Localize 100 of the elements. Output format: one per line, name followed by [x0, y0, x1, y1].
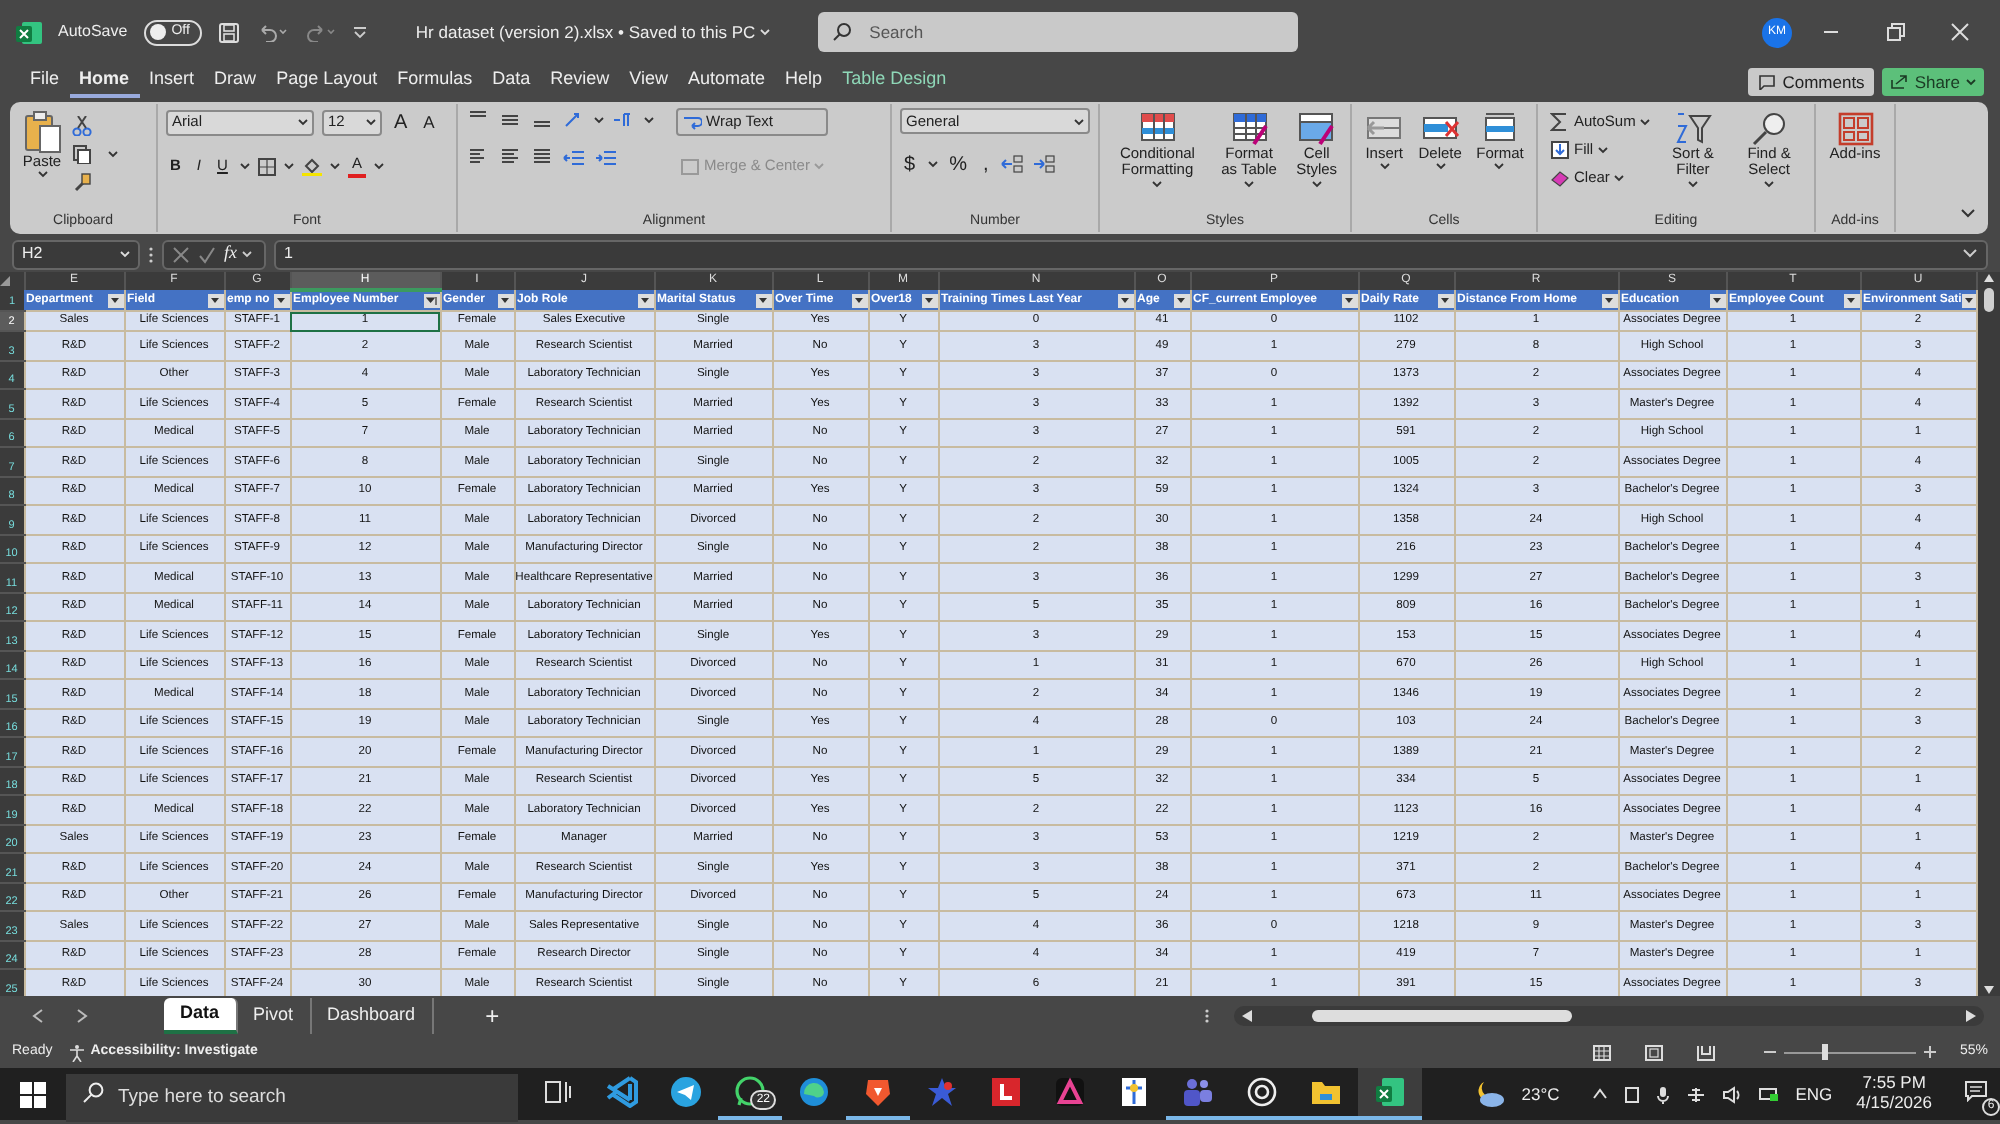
filter-dropdown-button[interactable]	[207, 293, 222, 307]
cancel-icon[interactable]	[172, 245, 190, 263]
menu-tab[interactable]: File	[20, 66, 70, 98]
scroll-up-icon[interactable]	[1981, 272, 1996, 284]
menu-tab[interactable]: Review	[540, 66, 620, 98]
borders-icon[interactable]	[257, 157, 276, 175]
menu-tab[interactable]: Formulas	[387, 66, 483, 98]
align-left-icon[interactable]	[466, 146, 490, 168]
align-right-icon[interactable]	[530, 146, 554, 168]
language-indicator[interactable]: ENG	[1795, 1081, 1833, 1107]
menu-tab[interactable]: Home	[69, 66, 140, 98]
text-direction-icon[interactable]	[612, 109, 636, 129]
menu-tab[interactable]: Page Layout	[266, 66, 388, 98]
phone-link-icon[interactable]	[1623, 1085, 1640, 1103]
fill-bucket-icon[interactable]	[301, 156, 322, 176]
taskbar-search-field[interactable]: Type here to search	[66, 1073, 518, 1121]
undo-icon[interactable]	[255, 22, 288, 42]
filter-dropdown-button[interactable]	[1117, 293, 1132, 307]
menu-tab[interactable]: Help	[775, 66, 833, 98]
filter-dropdown-button[interactable]	[755, 293, 770, 307]
sheet-tab[interactable]: Dashboard	[311, 998, 434, 1034]
page-break-view-icon[interactable]	[1695, 1043, 1716, 1061]
horizontal-scrollbar[interactable]	[1234, 1006, 1984, 1026]
filter-dropdown-button[interactable]	[1961, 293, 1974, 307]
next-sheet-icon[interactable]	[76, 1008, 88, 1024]
scroll-thumb[interactable]	[1312, 1010, 1572, 1022]
filter-dropdown-button[interactable]	[921, 293, 936, 307]
search-field[interactable]: Search	[817, 12, 1298, 52]
filter-dropdown-button[interactable]	[107, 293, 122, 307]
microphone-icon[interactable]	[1655, 1085, 1670, 1103]
zoom-in-icon[interactable]	[1923, 1046, 1936, 1058]
menu-tab[interactable]: Data	[482, 66, 541, 98]
menu-tab[interactable]: Automate	[678, 66, 776, 98]
previous-sheet-icon[interactable]	[32, 1008, 44, 1024]
filter-dropdown-button[interactable]	[1341, 293, 1356, 307]
scissors-icon[interactable]	[72, 116, 92, 136]
notifications-icon[interactable]	[1964, 1080, 1988, 1102]
caret-icon	[1639, 118, 1650, 126]
caret-icon	[758, 296, 768, 304]
filter-dropdown-button[interactable]	[1601, 293, 1616, 307]
caret-icon	[373, 162, 384, 170]
sheet-tab[interactable]: Data	[164, 998, 238, 1034]
menu-tab[interactable]: Table Design	[832, 66, 957, 98]
clock-time[interactable]: 7:55 PM	[1862, 1074, 1926, 1094]
comma-button[interactable]: ,	[978, 150, 993, 178]
increase-indent-icon[interactable]	[594, 147, 618, 167]
expand-icon[interactable]	[1962, 248, 1978, 260]
decrease-indent-icon[interactable]	[562, 147, 586, 167]
battery-icon[interactable]	[1757, 1086, 1780, 1102]
more-options-icon[interactable]	[1204, 1008, 1210, 1024]
name-box[interactable]: H2	[12, 239, 140, 269]
more-options-icon[interactable]	[148, 245, 154, 263]
filter-dropdown-button[interactable]	[497, 293, 512, 307]
confirm-icon[interactable]	[198, 245, 216, 263]
page-layout-view-icon[interactable]	[1643, 1043, 1664, 1061]
menu-tab[interactable]: Insert	[139, 66, 205, 98]
caret-icon	[813, 162, 824, 170]
grow-font-button[interactable]: A	[390, 108, 412, 136]
zoom-out-icon[interactable]	[1763, 1046, 1776, 1058]
file-title-button[interactable]: Hr dataset (version 2).xlsx • Saved to this PC	[415, 19, 770, 45]
scroll-left-icon[interactable]	[1242, 1010, 1252, 1022]
sheet-tab[interactable]: Pivot	[237, 998, 312, 1034]
windows-start-icon[interactable]	[20, 1081, 46, 1107]
vertical-scrollbar[interactable]	[1977, 272, 2000, 996]
filter-dropdown-button[interactable]	[423, 294, 438, 308]
align-center-icon[interactable]	[498, 146, 522, 168]
filter-dropdown-button[interactable]	[1173, 293, 1188, 307]
save-icon[interactable]	[217, 21, 240, 43]
filter-dropdown-button[interactable]	[1709, 293, 1724, 307]
filter-dropdown-button[interactable]	[273, 293, 288, 307]
normal-view-icon[interactable]	[1591, 1043, 1612, 1061]
copy-icon[interactable]	[72, 144, 92, 164]
share-button[interactable]: Share	[1882, 68, 1984, 96]
shrink-font-button[interactable]: A	[419, 108, 439, 136]
select-all-icon[interactable]	[0, 276, 10, 286]
currency-button[interactable]: $	[900, 150, 920, 178]
collapse-ribbon-icon[interactable]	[1960, 208, 1976, 220]
comments-button[interactable]: Comments	[1748, 68, 1875, 96]
slider-thumb[interactable]	[1821, 1044, 1828, 1060]
filter-dropdown-button[interactable]	[1843, 293, 1858, 307]
scroll-down-icon[interactable]	[1981, 984, 1996, 996]
chevron-up-icon[interactable]	[1591, 1088, 1608, 1100]
scroll-thumb[interactable]	[1983, 288, 1994, 312]
customize-menu-icon[interactable]	[351, 24, 368, 40]
filter-dropdown-button[interactable]	[851, 293, 866, 307]
increase-decimal-icon[interactable]	[1000, 154, 1025, 174]
filter-dropdown-button[interactable]	[1437, 293, 1452, 307]
paintbrush-icon[interactable]	[72, 172, 92, 192]
decrease-decimal-icon[interactable]	[1032, 154, 1057, 174]
clock-date[interactable]: 4/15/2026	[1856, 1094, 1932, 1114]
redo-icon[interactable]	[303, 22, 336, 42]
network-icon[interactable]	[1685, 1085, 1706, 1103]
speaker-icon[interactable]	[1721, 1085, 1742, 1103]
percent-button[interactable]: %	[945, 150, 971, 178]
add-sheet-button[interactable]: +	[485, 998, 500, 1034]
menu-tab[interactable]: View	[619, 66, 679, 98]
filter-dropdown-button[interactable]	[637, 293, 652, 307]
menu-tab[interactable]: Draw	[204, 66, 267, 98]
scroll-right-icon[interactable]	[1966, 1010, 1976, 1022]
formula-field[interactable]: 1	[274, 239, 1988, 269]
